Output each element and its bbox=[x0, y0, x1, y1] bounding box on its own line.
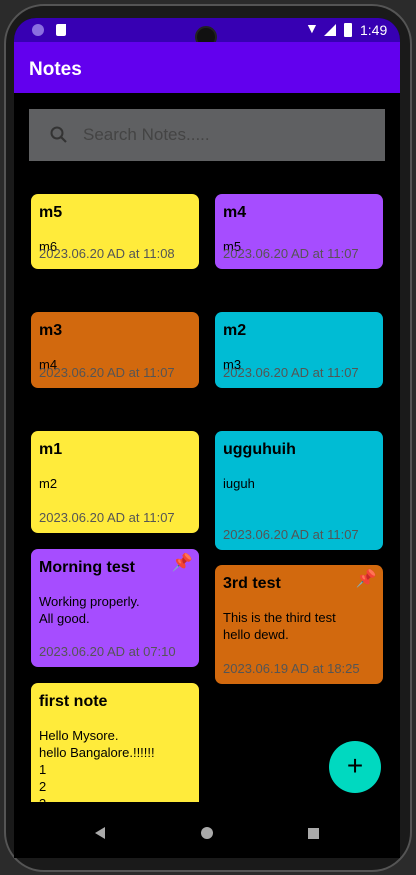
back-icon[interactable] bbox=[95, 827, 105, 839]
note-body: Working properly. All good. bbox=[39, 594, 140, 626]
battery-icon bbox=[344, 23, 352, 37]
note-date: 2023.06.20 AD at 07:10 bbox=[39, 644, 176, 659]
page-title: Notes bbox=[29, 59, 82, 80]
note-body: This is the third test hello dewd. bbox=[223, 610, 336, 642]
sd-card-icon bbox=[56, 24, 66, 36]
wifi-icon: ▼ bbox=[305, 20, 319, 36]
note-title: m4 bbox=[223, 204, 247, 221]
note-title: first note bbox=[39, 693, 108, 710]
note-title: 3rd test bbox=[223, 575, 281, 592]
note-body: Hello Mysore. hello Bangalore.!!!!!! 1 2… bbox=[39, 728, 155, 811]
note-card[interactable]: first note Hello Mysore. hello Bangalore… bbox=[31, 683, 199, 813]
note-title: Morning test bbox=[39, 559, 135, 576]
recents-icon[interactable] bbox=[308, 828, 319, 839]
search-placeholder: Search Notes..... bbox=[83, 125, 210, 144]
note-card[interactable]: m3 m4 2023.06.20 AD at 11:07 bbox=[31, 312, 199, 388]
note-card[interactable]: 3rd test This is the third test hello de… bbox=[215, 565, 383, 684]
signal-icon bbox=[324, 24, 336, 36]
note-date: 2023.06.20 AD at 11:07 bbox=[223, 246, 359, 261]
note-title: ugguhuih bbox=[223, 441, 296, 458]
note-card[interactable]: m2 m3 2023.06.20 AD at 11:07 bbox=[215, 312, 383, 388]
note-date: 2023.06.20 AD at 11:08 bbox=[39, 246, 175, 261]
note-card[interactable]: m5 m6 2023.06.20 AD at 11:08 bbox=[31, 194, 199, 269]
note-card[interactable]: m1 m2 2023.06.20 AD at 11:07 bbox=[31, 431, 199, 533]
note-date: 2023.06.20 AD at 11:07 bbox=[223, 365, 359, 380]
note-body: iuguh bbox=[223, 476, 255, 491]
notification-icon bbox=[32, 24, 44, 36]
note-card[interactable]: ugguhuih iuguh 2023.06.20 AD at 11:07 bbox=[215, 431, 383, 550]
screen: ▼ 1:49 Notes Search Notes..... m5 m6 202… bbox=[14, 18, 400, 858]
note-title: m3 bbox=[39, 322, 63, 339]
note-card[interactable]: Morning test Working properly. All good.… bbox=[31, 549, 199, 667]
note-date: 2023.06.20 AD at 11:07 bbox=[223, 527, 359, 542]
note-title: m2 bbox=[223, 322, 247, 339]
note-date: 2023.06.20 AD at 11:07 bbox=[39, 365, 175, 380]
navigation-bar bbox=[14, 802, 400, 858]
search-icon bbox=[50, 126, 67, 143]
note-date: 2023.06.19 AD at 18:25 bbox=[223, 661, 360, 676]
note-date: 2023.06.20 AD at 11:07 bbox=[39, 510, 175, 525]
clock: 1:49 bbox=[360, 22, 388, 38]
pin-icon: 📌 bbox=[355, 569, 377, 588]
app-bar: Notes bbox=[14, 42, 400, 93]
note-title: m5 bbox=[39, 204, 63, 221]
note-body: m2 bbox=[39, 476, 58, 491]
note-card[interactable]: m4 m5 2023.06.20 AD at 11:07 bbox=[215, 194, 383, 269]
home-icon[interactable] bbox=[201, 827, 213, 839]
search-input[interactable]: Search Notes..... bbox=[29, 109, 385, 161]
pin-icon: 📌 bbox=[171, 553, 193, 572]
note-title: m1 bbox=[39, 441, 63, 458]
add-note-button[interactable]: + bbox=[329, 741, 381, 793]
